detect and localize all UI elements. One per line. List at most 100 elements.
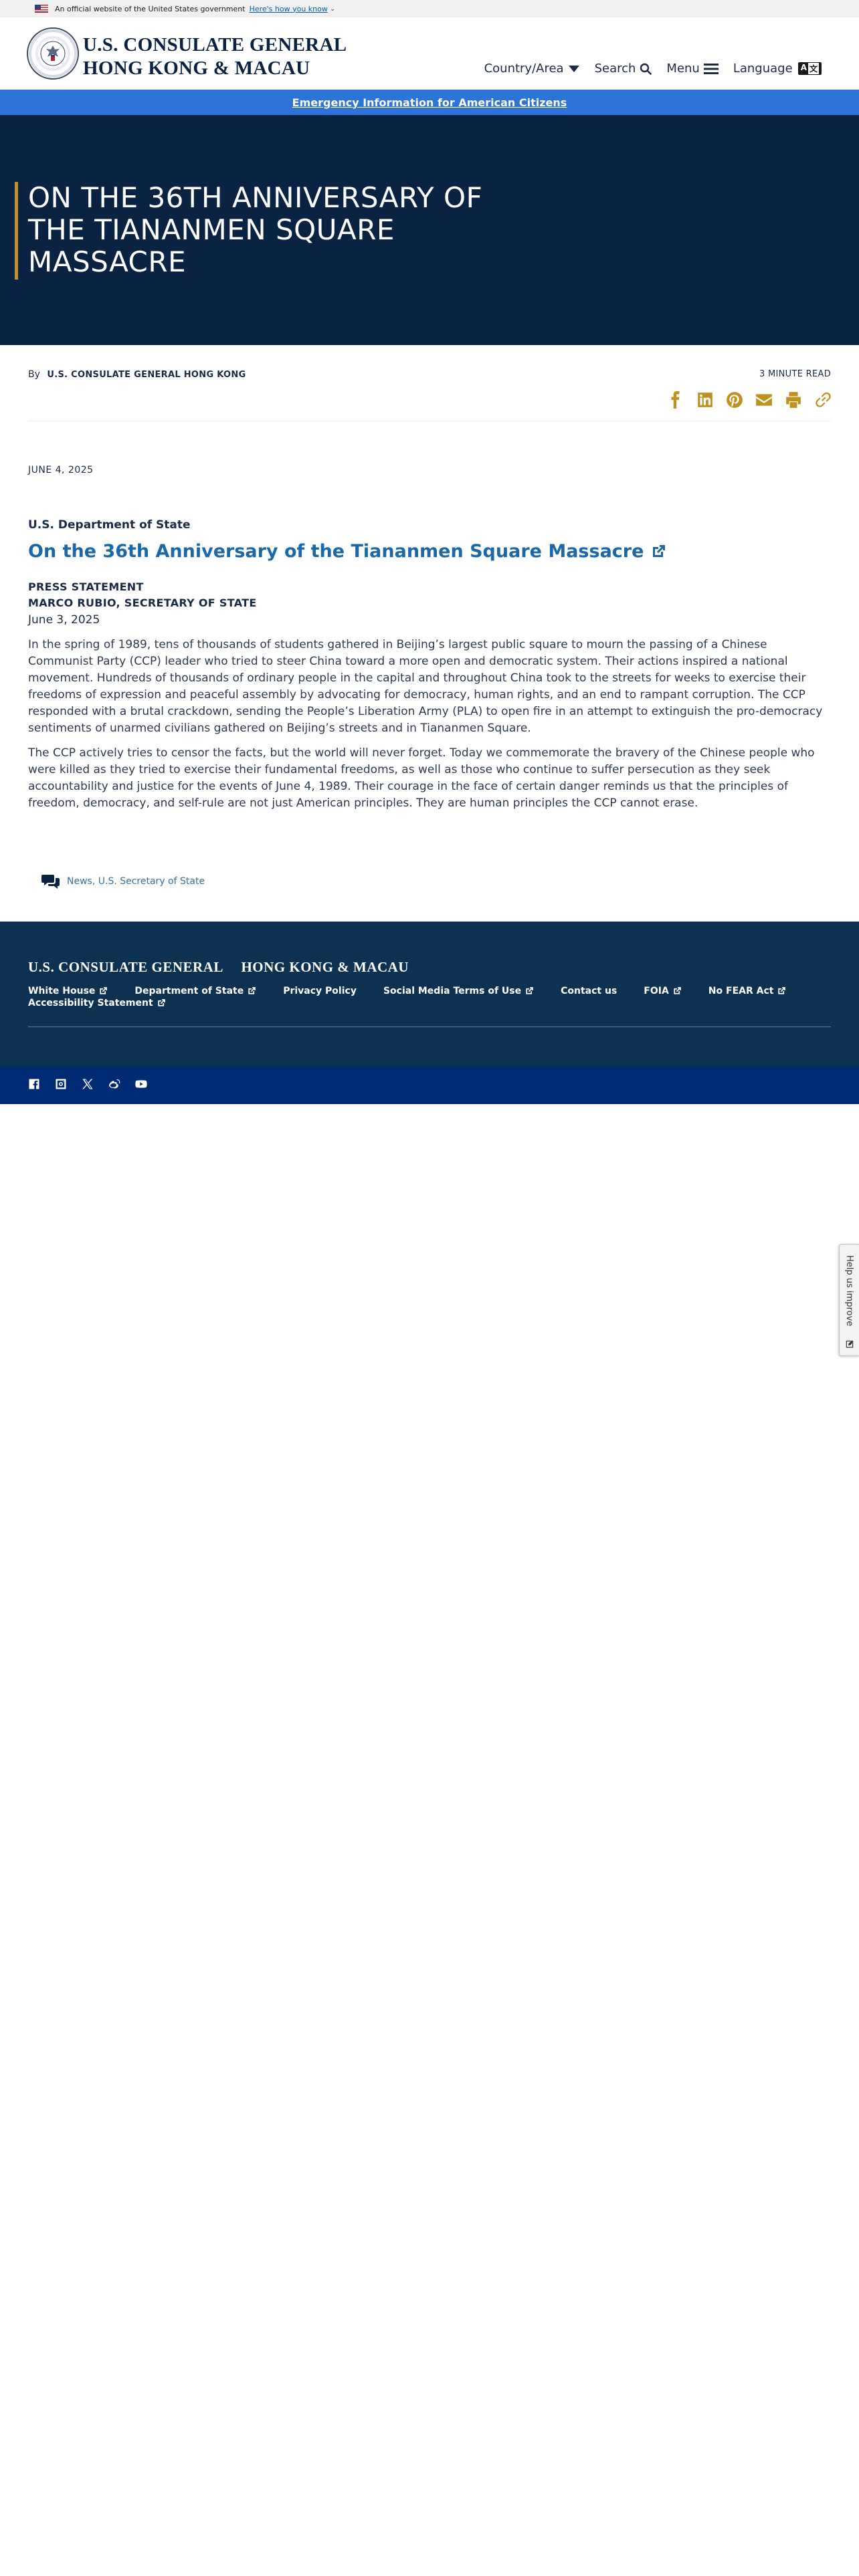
feedback-edit-icon bbox=[846, 1340, 854, 1348]
emergency-info-link[interactable]: Emergency Information for American Citiz… bbox=[292, 96, 567, 109]
brand-line-1: U.S. CONSULATE GENERAL bbox=[83, 34, 347, 56]
share-toolbar bbox=[666, 391, 832, 409]
footer-link-state-department[interactable]: Department of State bbox=[134, 986, 256, 996]
pinterest-icon bbox=[727, 392, 743, 408]
menu-button[interactable]: Menu bbox=[666, 62, 719, 76]
search-icon bbox=[640, 63, 652, 75]
footer-link-no-fear-act[interactable]: No FEAR Act bbox=[708, 986, 787, 996]
footer-link-label: Accessibility Statement bbox=[28, 998, 153, 1008]
language-button[interactable]: Language A 文 bbox=[733, 62, 822, 76]
external-article-title: On the 36th Anniversary of the Tiananmen… bbox=[28, 541, 644, 562]
external-link-icon bbox=[157, 999, 165, 1006]
external-link-icon bbox=[653, 544, 666, 557]
emergency-info-bar: Emergency Information for American Citiz… bbox=[0, 90, 859, 115]
language-label: Language bbox=[733, 62, 793, 76]
caret-down-icon bbox=[568, 65, 579, 72]
statement-speaker: MARCO RUBIO, SECRETARY OF STATE bbox=[28, 597, 257, 609]
social-weibo-link[interactable] bbox=[108, 1078, 120, 1093]
footer-links: White House Department of State Privacy … bbox=[28, 986, 831, 1008]
social-facebook-link[interactable] bbox=[28, 1078, 40, 1093]
share-pinterest-button[interactable] bbox=[725, 391, 744, 409]
chevron-down-icon[interactable]: ⌄ bbox=[330, 5, 335, 13]
country-area-dropdown[interactable]: Country/Area bbox=[484, 62, 580, 76]
footer-link-label: Department of State bbox=[134, 986, 244, 996]
footer-link-label: Privacy Policy bbox=[283, 986, 357, 996]
external-link-icon bbox=[100, 987, 108, 994]
official-banner-text: An official website of the United States… bbox=[55, 4, 246, 13]
site-brand[interactable]: U.S. CONSULATE GENERAL HONG KONG & MACAU bbox=[83, 33, 347, 80]
statement-type: PRESS STATEMENT bbox=[28, 580, 144, 593]
footer-link-label: White House bbox=[28, 986, 96, 996]
site-footer: U.S. CONSULATE GENERAL HONG KONG & MACAU… bbox=[0, 922, 859, 1067]
tag-separator: , bbox=[92, 876, 98, 887]
menu-label: Menu bbox=[666, 62, 700, 76]
article-paragraph-1: In the spring of 1989, tens of thousands… bbox=[28, 638, 823, 735]
share-facebook-button[interactable] bbox=[666, 391, 685, 409]
search-button[interactable]: Search bbox=[595, 62, 652, 76]
eagle-seal-icon bbox=[40, 41, 66, 66]
article-date: JUNE 4, 2025 bbox=[28, 465, 94, 475]
hamburger-menu-icon bbox=[703, 63, 719, 74]
us-flag-icon bbox=[35, 5, 48, 13]
byline-prefix: By bbox=[28, 369, 40, 380]
hero-banner: ON THE 36TH ANNIVERSARY OF THE TIANANMEN… bbox=[0, 115, 859, 345]
share-email-button[interactable] bbox=[755, 391, 773, 409]
help-us-improve-tab[interactable]: Help us improve bbox=[839, 1244, 859, 1356]
footer-link-social-media-terms[interactable]: Social Media Terms of Use bbox=[383, 986, 534, 996]
footer-brand-line-1: U.S. CONSULATE GENERAL bbox=[28, 959, 223, 975]
footer-link-accessibility[interactable]: Accessibility Statement bbox=[28, 998, 831, 1008]
footer-link-privacy-policy[interactable]: Privacy Policy bbox=[283, 986, 357, 996]
article-tags: News , U.S. Secretary of State bbox=[41, 873, 205, 889]
footer-link-label: No FEAR Act bbox=[708, 986, 774, 996]
external-link-icon bbox=[778, 987, 786, 994]
external-link-icon bbox=[248, 987, 256, 994]
footer-link-foia[interactable]: FOIA bbox=[644, 986, 682, 996]
youtube-icon bbox=[135, 1080, 147, 1088]
article-paragraph-2: The CCP actively tries to censor the fac… bbox=[28, 746, 815, 810]
country-area-label: Country/Area bbox=[484, 62, 564, 76]
print-icon bbox=[786, 392, 801, 408]
statement-date: June 3, 2025 bbox=[28, 613, 100, 627]
footer-link-label: Contact us bbox=[561, 986, 617, 996]
footer-brand[interactable]: U.S. CONSULATE GENERAL HONG KONG & MACAU bbox=[28, 959, 409, 976]
external-article-link[interactable]: On the 36th Anniversary of the Tiananmen… bbox=[28, 541, 831, 562]
weibo-icon bbox=[109, 1079, 120, 1089]
x-icon bbox=[82, 1079, 93, 1089]
how-you-know-link[interactable]: Here's how you know bbox=[250, 5, 328, 13]
footer-link-contact-us[interactable]: Contact us bbox=[561, 986, 617, 996]
footer-link-label: FOIA bbox=[644, 986, 669, 996]
article-content: U.S. Department of State On the 36th Ann… bbox=[28, 518, 831, 812]
state-department-seal-logo[interactable] bbox=[27, 27, 79, 80]
tag-secretary-link[interactable]: U.S. Secretary of State bbox=[98, 876, 205, 887]
footer-brand-line-2: HONG KONG & MACAU bbox=[241, 959, 409, 975]
linkedin-icon bbox=[698, 393, 712, 407]
department-label: U.S. Department of State bbox=[28, 518, 191, 532]
brand-line-2: HONG KONG & MACAU bbox=[83, 58, 310, 79]
link-icon bbox=[816, 392, 831, 407]
official-gov-banner: An official website of the United States… bbox=[0, 0, 859, 17]
external-link-icon bbox=[526, 987, 533, 994]
social-youtube-link[interactable] bbox=[135, 1078, 147, 1093]
search-label: Search bbox=[594, 62, 636, 76]
email-icon bbox=[756, 394, 772, 406]
translate-icon: A 文 bbox=[797, 62, 822, 75]
site-header: U.S. CONSULATE GENERAL HONG KONG & MACAU… bbox=[0, 17, 859, 90]
page-title: ON THE 36TH ANNIVERSARY OF THE TIANANMEN… bbox=[28, 181, 483, 278]
social-instagram-link[interactable] bbox=[55, 1078, 67, 1093]
footer-link-white-house[interactable]: White House bbox=[28, 986, 108, 996]
facebook-icon bbox=[29, 1079, 39, 1089]
social-x-link[interactable] bbox=[82, 1078, 94, 1093]
external-link-icon bbox=[674, 987, 681, 994]
read-time: 3 MINUTE READ bbox=[759, 369, 831, 379]
help-us-improve-label: Help us improve bbox=[844, 1255, 854, 1327]
byline-author: U.S. CONSULATE GENERAL HONG KONG bbox=[47, 370, 246, 380]
print-button[interactable] bbox=[784, 391, 803, 409]
facebook-icon bbox=[671, 391, 680, 409]
share-linkedin-button[interactable] bbox=[696, 391, 714, 409]
copy-link-button[interactable] bbox=[814, 391, 832, 409]
footer-link-label: Social Media Terms of Use bbox=[383, 986, 522, 996]
tag-news-link[interactable]: News bbox=[67, 876, 92, 887]
social-media-bar bbox=[0, 1067, 859, 1104]
translate-icon-latin: A bbox=[800, 63, 807, 72]
article-meta: By U.S. CONSULATE GENERAL HONG KONG 3 MI… bbox=[0, 345, 859, 425]
